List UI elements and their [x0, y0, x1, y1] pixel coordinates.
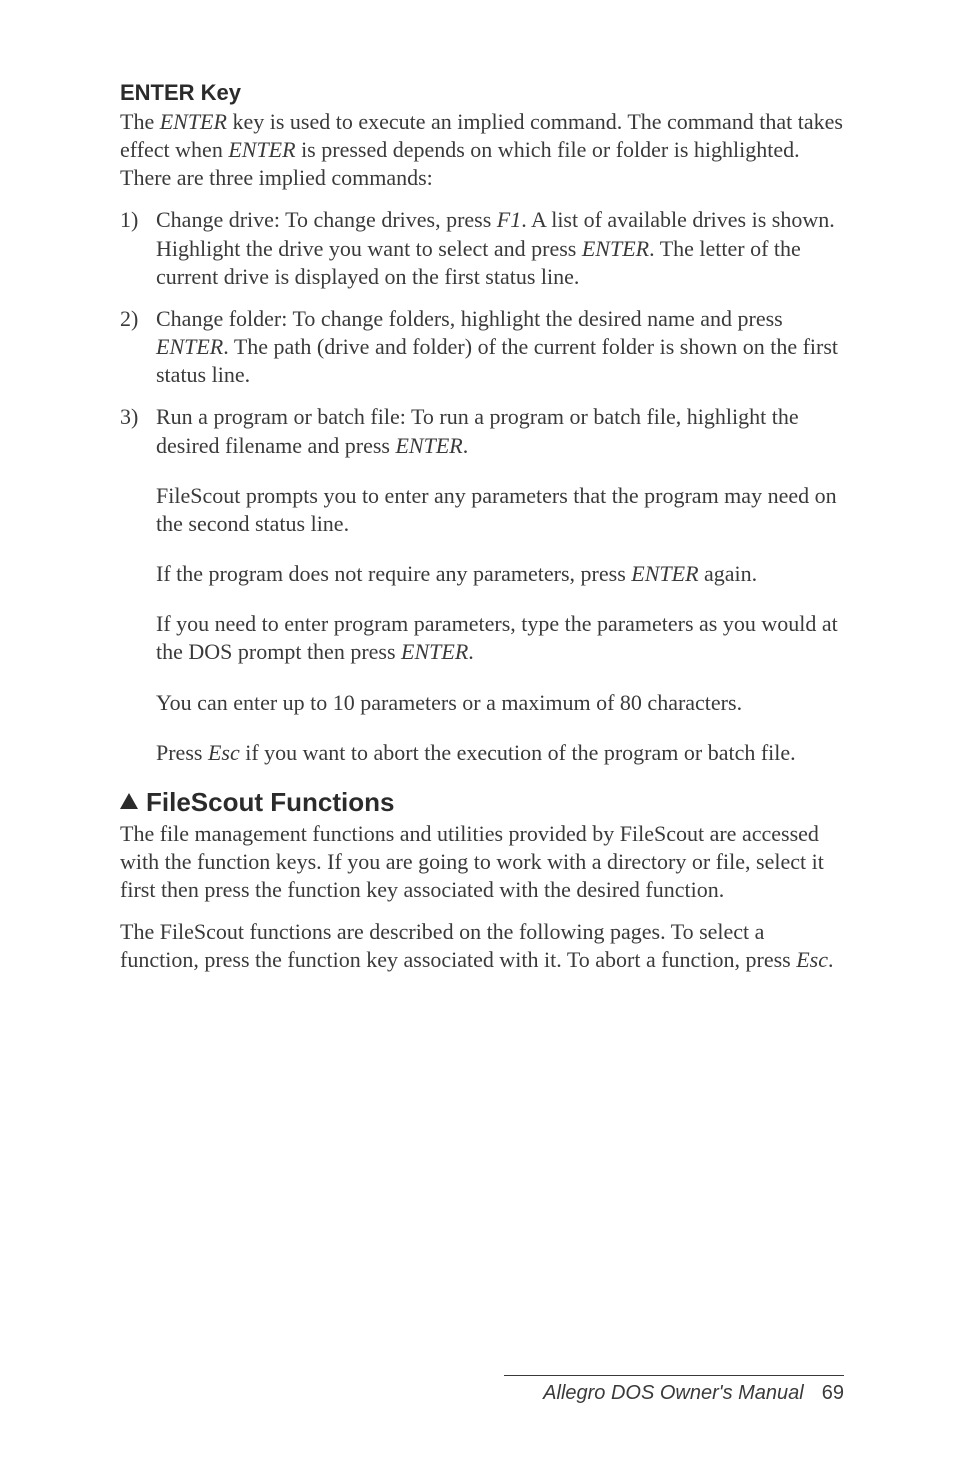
body-paragraph: The file management functions and utilit…: [120, 820, 844, 904]
text: Change folder: To change folders, highli…: [156, 306, 783, 331]
sub-paragraph: Press Esc if you want to abort the execu…: [120, 739, 844, 767]
text: . The path (drive and folder) of the cur…: [156, 334, 838, 387]
list-item: Change drive: To change drives, press F1…: [120, 206, 844, 290]
key-enter: ENTER: [228, 137, 295, 162]
triangle-icon: [120, 793, 138, 809]
key-enter: ENTER: [401, 639, 468, 664]
numbered-list: Change drive: To change drives, press F1…: [120, 206, 844, 459]
body-paragraph: The FileScout functions are described on…: [120, 918, 844, 974]
text: If you need to enter program parameters,…: [156, 611, 838, 664]
sub-paragraph: You can enter up to 10 parameters or a m…: [120, 689, 844, 717]
text: again.: [699, 561, 758, 586]
list-item: Change folder: To change folders, highli…: [120, 305, 844, 389]
key-f1: F1: [497, 207, 521, 232]
text: if you want to abort the execution of th…: [240, 740, 796, 765]
sub-paragraph: If the program does not require any para…: [120, 560, 844, 588]
sub-paragraph: If you need to enter program parameters,…: [120, 610, 844, 666]
text: Press: [156, 740, 208, 765]
key-enter: ENTER: [395, 433, 462, 458]
key-enter: ENTER: [582, 236, 649, 261]
page-footer: Allegro DOS Owner's Manual 69: [504, 1375, 844, 1405]
text: .: [828, 947, 834, 972]
key-enter: ENTER: [156, 334, 223, 359]
footer-rule: [504, 1375, 844, 1376]
text: Run a program or batch file: To run a pr…: [156, 404, 799, 457]
sub-paragraph: FileScout prompts you to enter any param…: [120, 482, 844, 538]
key-esc: Esc: [208, 740, 240, 765]
key-enter: ENTER: [160, 109, 227, 134]
text: .: [468, 639, 474, 664]
text: .: [463, 433, 469, 458]
list-item: Run a program or batch file: To run a pr…: [120, 403, 844, 459]
intro-paragraph: The ENTER key is used to execute an impl…: [120, 108, 844, 192]
text: The: [120, 109, 160, 134]
key-enter: ENTER: [631, 561, 698, 586]
key-esc: Esc: [796, 947, 828, 972]
heading-text: FileScout Functions: [146, 787, 394, 817]
footer-text: Allegro DOS Owner's Manual 69: [504, 1382, 844, 1405]
page-number: 69: [822, 1382, 844, 1404]
text: If the program does not require any para…: [156, 561, 631, 586]
heading-enter-key: ENTER Key: [120, 80, 844, 106]
text: Change drive: To change drives, press: [156, 207, 497, 232]
text: The FileScout functions are described on…: [120, 919, 796, 972]
manual-title: Allegro DOS Owner's Manual: [543, 1382, 804, 1404]
heading-filescout-functions: FileScout Functions: [120, 787, 844, 818]
